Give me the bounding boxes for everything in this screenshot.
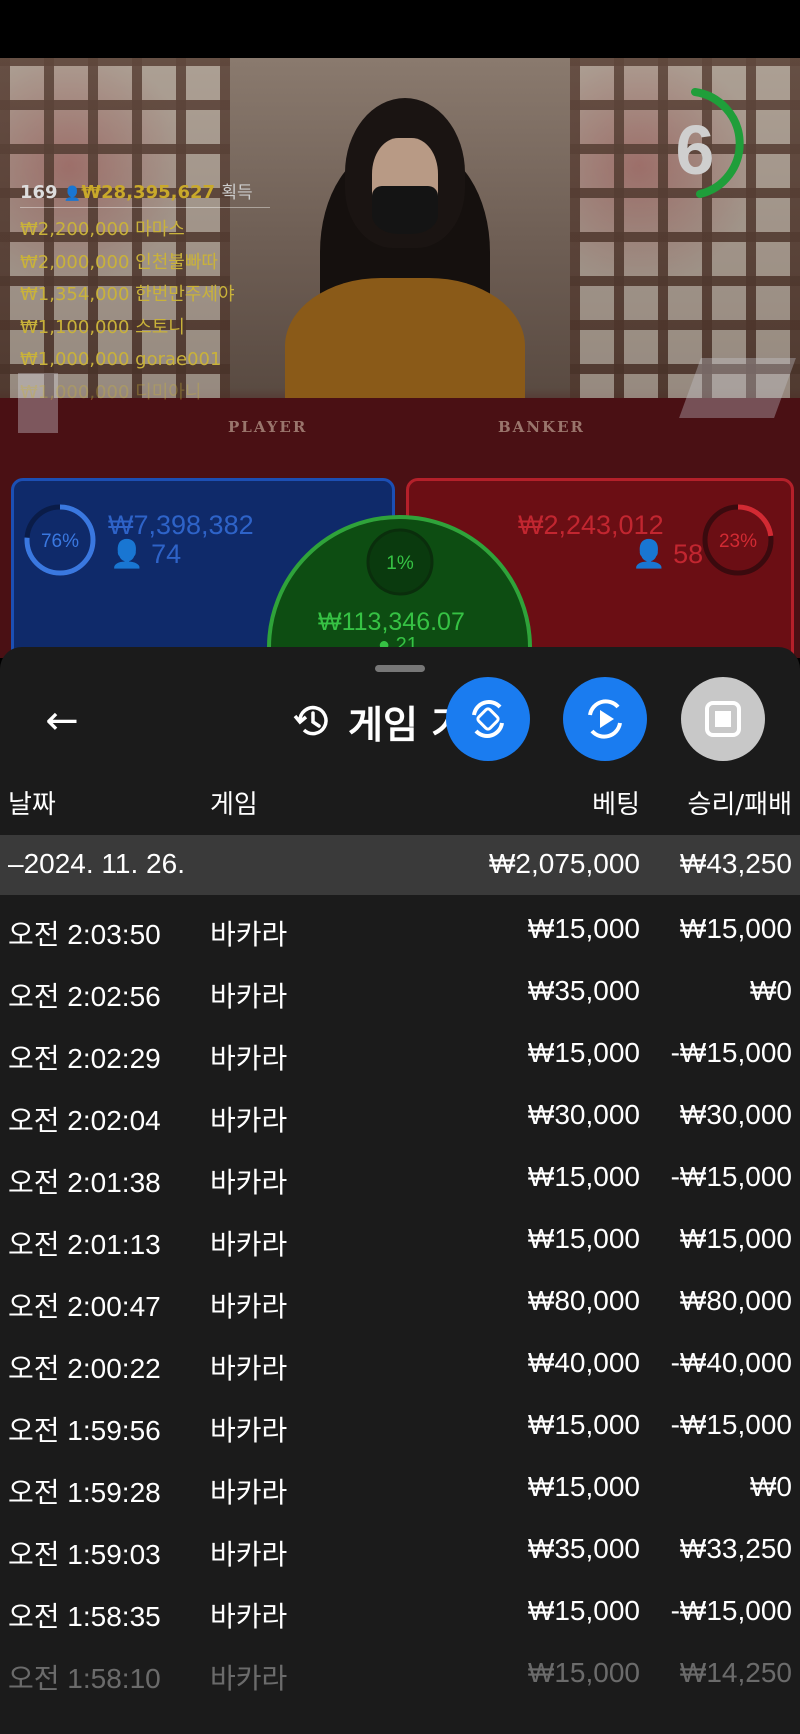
banker-bet-total: ₩2,243,012	[518, 510, 664, 540]
rotate-icon	[472, 700, 504, 738]
table-player-label: PLAYER	[228, 418, 308, 436]
replay-button[interactable]	[563, 677, 647, 761]
column-bet: 베팅	[592, 790, 640, 820]
winner-entry: ₩2,200,000 마마스	[20, 219, 185, 240]
player-bet-total: ₩7,398,382	[108, 510, 254, 540]
winners-count: 169	[20, 182, 58, 203]
table-row[interactable]: 오전 2:03:50 바카라 ₩15,000 ₩15,000	[0, 897, 800, 959]
table-row[interactable]: 오전 2:00:47 바카라 ₩80,000 ₩80,000	[0, 1269, 800, 1331]
table-row[interactable]: 오전 2:01:13 바카라 ₩15,000 ₩15,000	[0, 1207, 800, 1269]
history-icon	[293, 705, 328, 736]
winner-entry: ₩1,354,000 한번만주세야	[20, 284, 235, 305]
table-row[interactable]: 오전 1:59:56 바카라 ₩15,000 -₩15,000	[0, 1393, 800, 1455]
tie-percent: 1%	[386, 553, 414, 574]
back-button[interactable]: ←	[38, 697, 86, 745]
table-row[interactable]: 오전 1:59:03 바카라 ₩35,000 ₩33,250	[0, 1517, 800, 1579]
winner-entry: ₩1,000,000 gorae001	[20, 349, 222, 370]
day-result-total: ₩43,250	[679, 848, 792, 879]
player-bettor-count: 👤 74	[110, 539, 182, 569]
arrow-left-icon: ←	[45, 698, 79, 744]
winner-entry: ₩1,100,000 스토니	[20, 316, 185, 338]
replay-icon	[588, 699, 622, 739]
history-list: 오전 2:03:50 바카라 ₩15,000 ₩15,000 오전 2:02:56 바카…	[0, 897, 800, 1703]
banker-percent-ring: 23%	[702, 504, 774, 576]
stop-icon	[705, 701, 741, 737]
tie-percent-ring: 1%	[366, 528, 434, 596]
rotate-button[interactable]	[446, 677, 530, 761]
table-row[interactable]: 오전 2:02:29 바카라 ₩15,000 -₩15,000	[0, 1021, 800, 1083]
winners-list: 169 👤₩28,395,627 획득 ₩2,200,000 마마스 ₩2,00…	[20, 178, 270, 409]
winners-suffix: 획득	[221, 183, 253, 203]
drag-handle[interactable]	[375, 665, 425, 672]
winner-entry: ₩1,000,000 디미아니	[20, 381, 202, 403]
countdown-timer: 6	[675, 111, 715, 189]
day-summary-row[interactable]: –2024. 11. 26. ₩2,075,000 ₩43,250	[0, 835, 800, 895]
status-bar	[0, 0, 800, 58]
day-bet-total: ₩2,075,000	[489, 848, 640, 879]
user-icon: 👤	[110, 539, 144, 569]
table-row[interactable]: 오전 2:01:38 바카라 ₩15,000 -₩15,000	[0, 1145, 800, 1207]
column-game: 게임	[210, 790, 258, 820]
player-percent: 76%	[41, 531, 79, 552]
banker-bettor-count: 👤 58	[632, 539, 704, 569]
table-header: 날짜 게임 베팅 승리/패배	[0, 772, 800, 827]
game-history-sheet: ← 게임 기록 날짜 게임 베팅 승리/패배 –2024. 11. 26. ₩2…	[0, 647, 800, 1734]
table-banker-label: BANKER	[498, 418, 585, 436]
user-icon: 👤	[63, 186, 82, 202]
user-icon: 👤	[632, 539, 666, 569]
table-row[interactable]: 오전 2:02:56 바카라 ₩35,000 ₩0	[0, 959, 800, 1021]
day-date: –2024. 11. 26.	[8, 848, 185, 879]
tie-bet-total: ₩113,346.07	[318, 608, 465, 636]
stop-button[interactable]	[681, 677, 765, 761]
dealer-image	[372, 186, 438, 234]
column-date: 날짜	[8, 790, 56, 820]
table-row[interactable]: 오전 1:58:35 바카라 ₩15,000 -₩15,000	[0, 1579, 800, 1641]
table-row[interactable]: 오전 2:00:22 바카라 ₩40,000 -₩40,000	[0, 1331, 800, 1393]
table-row[interactable]: 오전 1:58:10 바카라 ₩15,000 ₩14,250	[0, 1641, 800, 1703]
winners-total: ₩28,395,627	[81, 182, 216, 203]
banker-percent: 23%	[719, 531, 757, 552]
table-row[interactable]: 오전 1:59:28 바카라 ₩15,000 ₩0	[0, 1455, 800, 1517]
winner-entry: ₩2,000,000 인천불빠따	[20, 251, 218, 273]
player-percent-ring: 76%	[24, 504, 96, 576]
table-row[interactable]: 오전 2:02:04 바카라 ₩30,000 ₩30,000	[0, 1083, 800, 1145]
column-result: 승리/패배	[687, 790, 792, 820]
winners-header: 169 👤₩28,395,627 획득	[20, 178, 270, 208]
